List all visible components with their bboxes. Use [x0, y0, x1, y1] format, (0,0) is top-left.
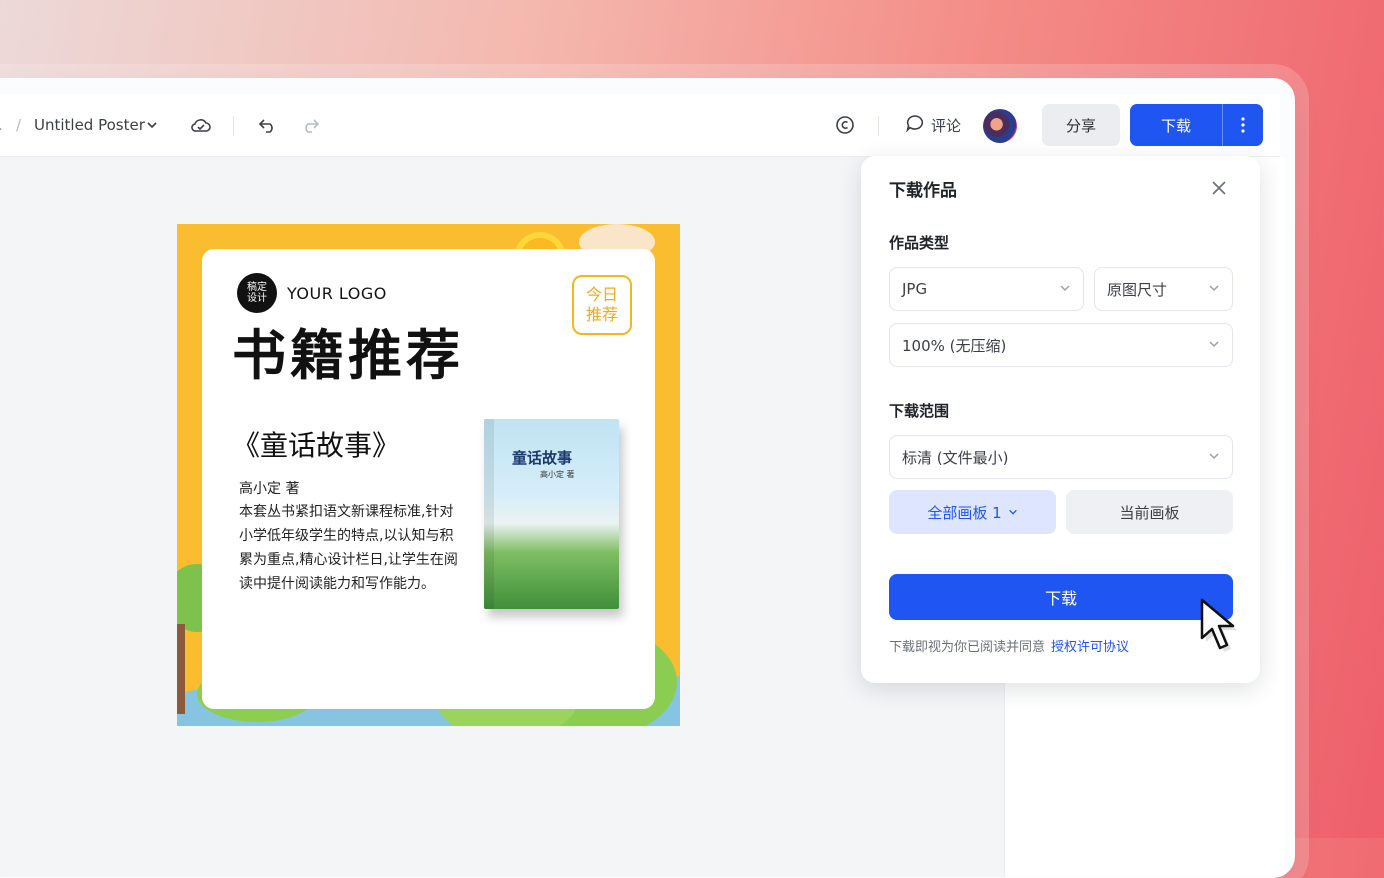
- cloud-sync-icon[interactable]: [190, 94, 212, 156]
- more-options-icon[interactable]: [1222, 104, 1263, 146]
- poster-title[interactable]: 书籍推荐: [232, 324, 464, 388]
- chevron-down-icon[interactable]: [146, 94, 158, 156]
- logo-text: YOUR LOGO: [287, 284, 387, 303]
- panel-title: 下载作品: [889, 181, 957, 201]
- toolbar-divider: [878, 116, 879, 136]
- size-value: 原图尺寸: [1107, 280, 1168, 299]
- user-avatar[interactable]: [983, 109, 1017, 143]
- breadcrumb-parent[interactable]: .: [0, 94, 3, 156]
- book-author[interactable]: 高小定 著: [239, 478, 299, 498]
- toolbar-divider: [233, 116, 234, 136]
- quality-value: 100% (无压缩): [902, 336, 1007, 355]
- mouse-cursor-icon: [1196, 596, 1248, 660]
- all-boards-label: 全部画板 1: [927, 503, 1002, 522]
- current-board-button[interactable]: 当前画板: [1066, 490, 1233, 534]
- format-value: JPG: [902, 280, 928, 298]
- confirm-download-button[interactable]: 下载: [889, 574, 1233, 620]
- comment-icon: [905, 114, 925, 136]
- copyright-icon[interactable]: [835, 94, 855, 156]
- chevron-down-icon: [1208, 280, 1220, 298]
- comment-label: 评论: [931, 116, 962, 135]
- top-toolbar: . / Untitled Poster 评论 分享 下载: [0, 94, 1280, 157]
- agreement-text: 下载即视为你已阅读并同意: [889, 640, 1046, 655]
- comment-button[interactable]: 评论: [905, 94, 961, 156]
- book-title[interactable]: 《童话故事》: [232, 424, 400, 464]
- size-select[interactable]: 原图尺寸: [1094, 267, 1233, 311]
- document-title[interactable]: Untitled Poster: [34, 94, 145, 156]
- agreement-note: 下载即视为你已阅读并同意 授权许可协议: [889, 636, 1129, 655]
- book-cover-author: 高小定 著: [540, 470, 575, 479]
- breadcrumb-separator: /: [16, 116, 22, 134]
- range-section-label: 下载范围: [889, 402, 950, 420]
- book-spine: [484, 419, 494, 609]
- quality-select[interactable]: 100% (无压缩): [889, 323, 1233, 367]
- chevron-down-icon: [1059, 280, 1071, 298]
- type-section-label: 作品类型: [889, 234, 950, 252]
- license-agreement-link[interactable]: 授权许可协议: [1051, 640, 1129, 655]
- format-select[interactable]: JPG: [889, 267, 1084, 311]
- book-cover-title: 童话故事: [512, 449, 573, 467]
- book-cover-image[interactable]: 童话故事 高小定 著: [484, 419, 619, 609]
- undo-icon[interactable]: [258, 94, 278, 156]
- resolution-value: 标清 (文件最小): [902, 448, 1009, 467]
- chevron-down-icon: [1208, 448, 1220, 466]
- resolution-select[interactable]: 标清 (文件最小): [889, 435, 1233, 479]
- poster-artboard[interactable]: 稿定 设计 YOUR LOGO 书籍推荐 今日 推荐 《童话故事》 高小定 著 …: [177, 224, 680, 726]
- chevron-down-icon: [1008, 503, 1018, 521]
- all-boards-button[interactable]: 全部画板 1: [889, 490, 1056, 534]
- recommend-badge: 今日 推荐: [572, 275, 632, 335]
- redo-icon[interactable]: [300, 94, 320, 156]
- share-button[interactable]: 分享: [1042, 104, 1120, 146]
- chevron-down-icon: [1208, 336, 1220, 354]
- book-description[interactable]: 本套丛书紧扣语文新课程标准,针对小学低年级学生的特点,以认知与积累为重点,精心设…: [239, 500, 464, 596]
- logo-badge: 稿定 设计: [237, 273, 277, 313]
- download-button[interactable]: 下载: [1130, 104, 1222, 146]
- close-icon[interactable]: [1207, 176, 1231, 200]
